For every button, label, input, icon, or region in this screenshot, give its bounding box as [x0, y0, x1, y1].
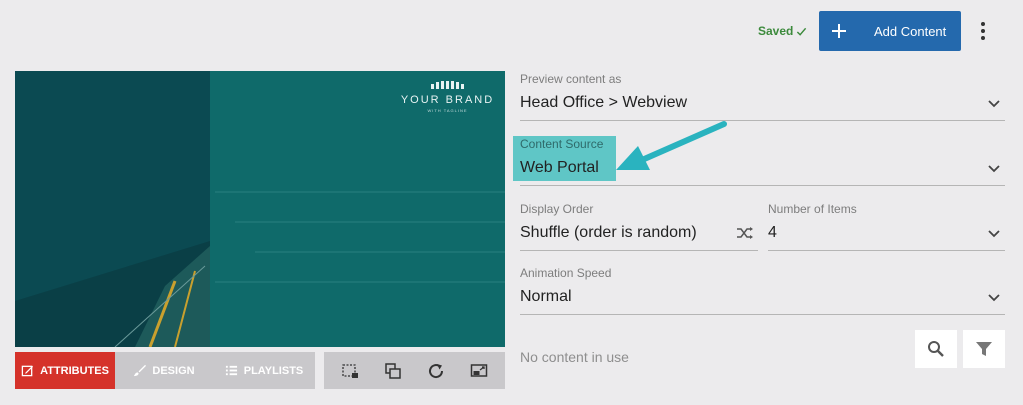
brand-logo: YOUR BRAND WITH TAGLINE — [400, 81, 495, 113]
list-icon — [225, 365, 237, 376]
saved-label: Saved — [758, 24, 794, 38]
content-status: No content in use — [520, 349, 629, 365]
more-options-icon[interactable] — [972, 18, 994, 44]
content-source-value: Web Portal — [520, 159, 599, 176]
tab-playlists-label: PLAYLISTS — [243, 364, 304, 377]
preview-as-label: Preview content as — [520, 72, 622, 86]
tab-design[interactable]: DESIGN — [115, 352, 213, 389]
chevron-down-icon — [988, 294, 1000, 302]
preview-as-select[interactable]: Preview content as Head Office > Webview — [520, 72, 1005, 121]
check-icon — [797, 27, 807, 36]
content-preview: YOUR BRAND WITH TAGLINE — [15, 71, 505, 347]
screen-cast-icon[interactable] — [467, 359, 491, 383]
crop-icon[interactable] — [338, 359, 362, 383]
tab-playlists[interactable]: PLAYLISTS — [213, 352, 315, 389]
filter-icon — [976, 342, 992, 356]
preview-tools — [324, 352, 505, 389]
layers-icon[interactable] — [381, 359, 405, 383]
preview-as-value: Head Office > Webview — [520, 94, 688, 111]
refresh-icon[interactable] — [424, 359, 448, 383]
add-content-label: Add Content — [874, 23, 947, 39]
edit-icon — [21, 365, 34, 377]
content-source-select[interactable]: Content Source Web Portal — [520, 137, 1005, 186]
search-icon — [928, 341, 944, 357]
number-of-items-label: Number of Items — [768, 202, 857, 216]
number-of-items-select[interactable]: Number of Items 4 — [768, 202, 1005, 251]
tab-design-label: DESIGN — [152, 364, 195, 377]
tab-attributes[interactable]: ATTRIBUTES — [15, 352, 115, 389]
search-button[interactable] — [915, 330, 957, 368]
chevron-down-icon — [988, 165, 1000, 173]
animation-speed-select[interactable]: Animation Speed Normal — [520, 266, 1005, 315]
brand-name: YOUR BRAND — [400, 94, 495, 106]
chevron-down-icon — [988, 100, 1000, 108]
brush-icon — [134, 364, 147, 377]
brand-tagline: WITH TAGLINE — [427, 108, 468, 113]
pointer-arrow-icon — [616, 121, 727, 170]
animation-speed-label: Animation Speed — [520, 266, 612, 280]
plus-icon — [819, 11, 859, 51]
shuffle-icon — [737, 227, 753, 239]
display-order-label: Display Order — [520, 202, 594, 216]
saved-status: Saved — [758, 24, 807, 38]
number-of-items-value: 4 — [768, 224, 777, 241]
display-order-select[interactable]: Display Order Shuffle (order is random) — [520, 202, 758, 251]
tab-attributes-label: ATTRIBUTES — [40, 364, 109, 377]
animation-speed-value: Normal — [520, 288, 572, 305]
add-content-button[interactable]: Add Content — [819, 11, 961, 51]
filter-button[interactable] — [963, 330, 1005, 368]
chevron-down-icon — [988, 230, 1000, 238]
content-source-label: Content Source — [520, 137, 604, 151]
preview-tabs: ATTRIBUTES DESIGN PLAYLISTS — [15, 352, 315, 389]
display-order-value: Shuffle (order is random) — [520, 224, 697, 241]
